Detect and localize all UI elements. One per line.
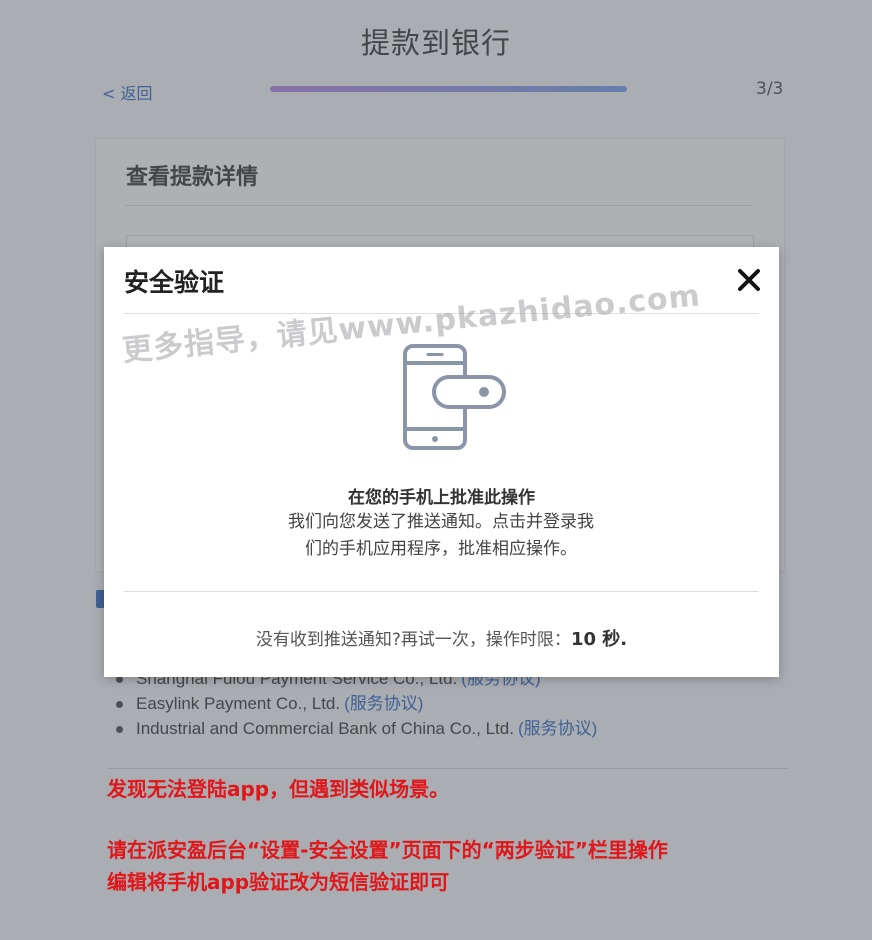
approve-heading: 在您的手机上批准此操作 xyxy=(348,488,535,508)
retry-prompt: 没有收到推送通知? xyxy=(255,630,401,650)
approve-instructions: 我们向您发送了推送通知。点击并登录我 们的手机应用程序，批准相应操作。 xyxy=(241,509,641,563)
time-limit-label: ，操作时限： xyxy=(468,630,571,650)
retry-row: 没有收到推送通知?再试一次，操作时限：10 秒. xyxy=(104,625,779,651)
countdown-timer: 10 秒. xyxy=(570,629,628,650)
retry-link[interactable]: 再试一次 xyxy=(401,630,469,650)
instructions-line: 们的手机应用程序，批准相应操作。 xyxy=(305,539,577,559)
annotation-note: 请在派安盈后台“设置-安全设置”页面下的“两步验证”栏里操作 xyxy=(107,838,668,862)
dialog-divider xyxy=(124,591,759,592)
close-icon[interactable] xyxy=(736,267,762,293)
dialog-title: 安全验证 xyxy=(124,268,225,297)
phone-key-icon xyxy=(403,344,506,450)
annotation-note: 发现无法登陆app，但遇到类似场景。 xyxy=(107,777,450,801)
annotation-note: 编辑将手机app验证改为短信验证即可 xyxy=(107,870,450,894)
instructions-line: 我们向您发送了推送通知。点击并登录我 xyxy=(288,512,594,532)
